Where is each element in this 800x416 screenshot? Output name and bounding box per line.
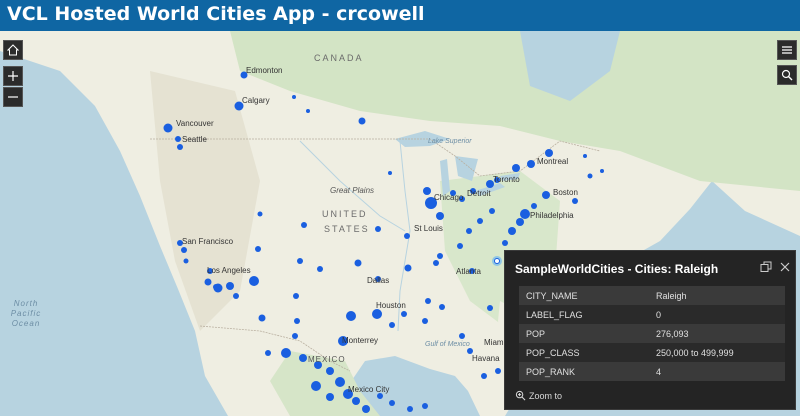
field-value: 4	[656, 366, 662, 377]
field-name: POP_CLASS	[526, 347, 580, 358]
label-united: UNITED	[322, 209, 368, 219]
attribute-table: CITY_NAME Raleigh LABEL_FLAG 0 POP 276,0…	[519, 286, 785, 381]
table-row: POP_CLASS 250,000 to 499,999	[519, 343, 785, 362]
search-button[interactable]	[777, 65, 797, 85]
table-row: POP 276,093	[519, 324, 785, 343]
app-window: VCL Hosted World Cities App - crcowell C…	[0, 0, 800, 416]
search-icon	[781, 69, 793, 81]
label-great-plains: Great Plains	[330, 186, 375, 195]
zoom-in-button[interactable]	[3, 66, 23, 86]
dock-icon	[760, 261, 772, 272]
field-name: POP	[526, 328, 546, 339]
label-states: STATES	[324, 224, 370, 234]
table-row: CITY_NAME Raleigh	[519, 286, 785, 305]
label-north-pacific: North Pacific Ocean	[10, 299, 42, 328]
field-value: 276,093	[656, 328, 689, 339]
field-name: CITY_NAME	[526, 290, 578, 301]
label-city-seattle: Seattle	[182, 135, 207, 144]
field-name: POP_RANK	[526, 366, 576, 377]
label-city-dallas: Dallas	[367, 276, 390, 285]
label-canada: CANADA	[314, 53, 364, 63]
label-lake-superior: Lake Superior	[428, 138, 472, 145]
label-city-calgary: Calgary	[242, 96, 270, 105]
hamburger-menu-icon	[782, 46, 792, 54]
field-value: 250,000 to 499,999	[656, 347, 734, 358]
table-row: LABEL_FLAG 0	[519, 305, 785, 324]
app-title: VCL Hosted World Cities App - crcowell	[7, 3, 425, 25]
label-city-atlanta: Atlanta	[456, 267, 481, 276]
app-header: VCL Hosted World Cities App - crcowell	[0, 0, 800, 31]
label-city-monterrey: Monterrey	[342, 336, 379, 345]
label-gulf-of-mexico: Gulf of Mexico	[425, 341, 470, 348]
minus-icon	[8, 96, 18, 98]
field-value: Raleigh	[656, 290, 687, 301]
close-button[interactable]	[779, 260, 791, 272]
zoom-to-label: Zoom to	[529, 390, 563, 401]
label-city-houston: Houston	[376, 301, 406, 310]
label-city-havana: Havana	[472, 354, 500, 363]
label-city-montreal: Montreal	[537, 157, 569, 166]
label-city-boston: Boston	[553, 188, 578, 197]
label-city-mexico-city: Mexico City	[348, 385, 390, 394]
zoom-out-button[interactable]	[3, 87, 23, 107]
label-mexico: MEXICO	[308, 355, 346, 364]
label-city-st-louis: St Louis	[414, 224, 443, 233]
label-city-san-francisco: San Francisco	[182, 237, 234, 246]
home-button[interactable]	[3, 40, 23, 60]
label-city-miami: Miami	[484, 338, 506, 347]
home-icon	[7, 44, 19, 56]
label-city-philadelphia: Philadelphia	[530, 211, 574, 220]
label-city-los-angeles: Los Angeles	[207, 266, 251, 275]
zoom-to-icon	[515, 390, 526, 401]
popup-title: SampleWorldCities - Cities: Raleigh	[515, 262, 719, 276]
label-city-chicago: Chicago	[434, 193, 464, 202]
dock-button[interactable]	[760, 260, 772, 272]
label-city-vancouver: Vancouver	[176, 119, 214, 128]
field-name: LABEL_FLAG	[526, 309, 583, 320]
table-row: POP_RANK 4	[519, 362, 785, 381]
label-city-edmonton: Edmonton	[246, 66, 283, 75]
label-city-toronto: Toronto	[493, 175, 520, 184]
field-value: 0	[656, 309, 662, 320]
zoom-to-button[interactable]: Zoom to	[515, 390, 562, 401]
close-icon	[780, 262, 790, 272]
label-city-detroit: Detroit	[467, 189, 491, 198]
plus-icon	[8, 71, 18, 81]
feature-popup: SampleWorldCities - Cities: Raleigh CITY…	[504, 250, 796, 410]
menu-button[interactable]	[777, 40, 797, 60]
selected-city-raleigh	[492, 256, 502, 266]
